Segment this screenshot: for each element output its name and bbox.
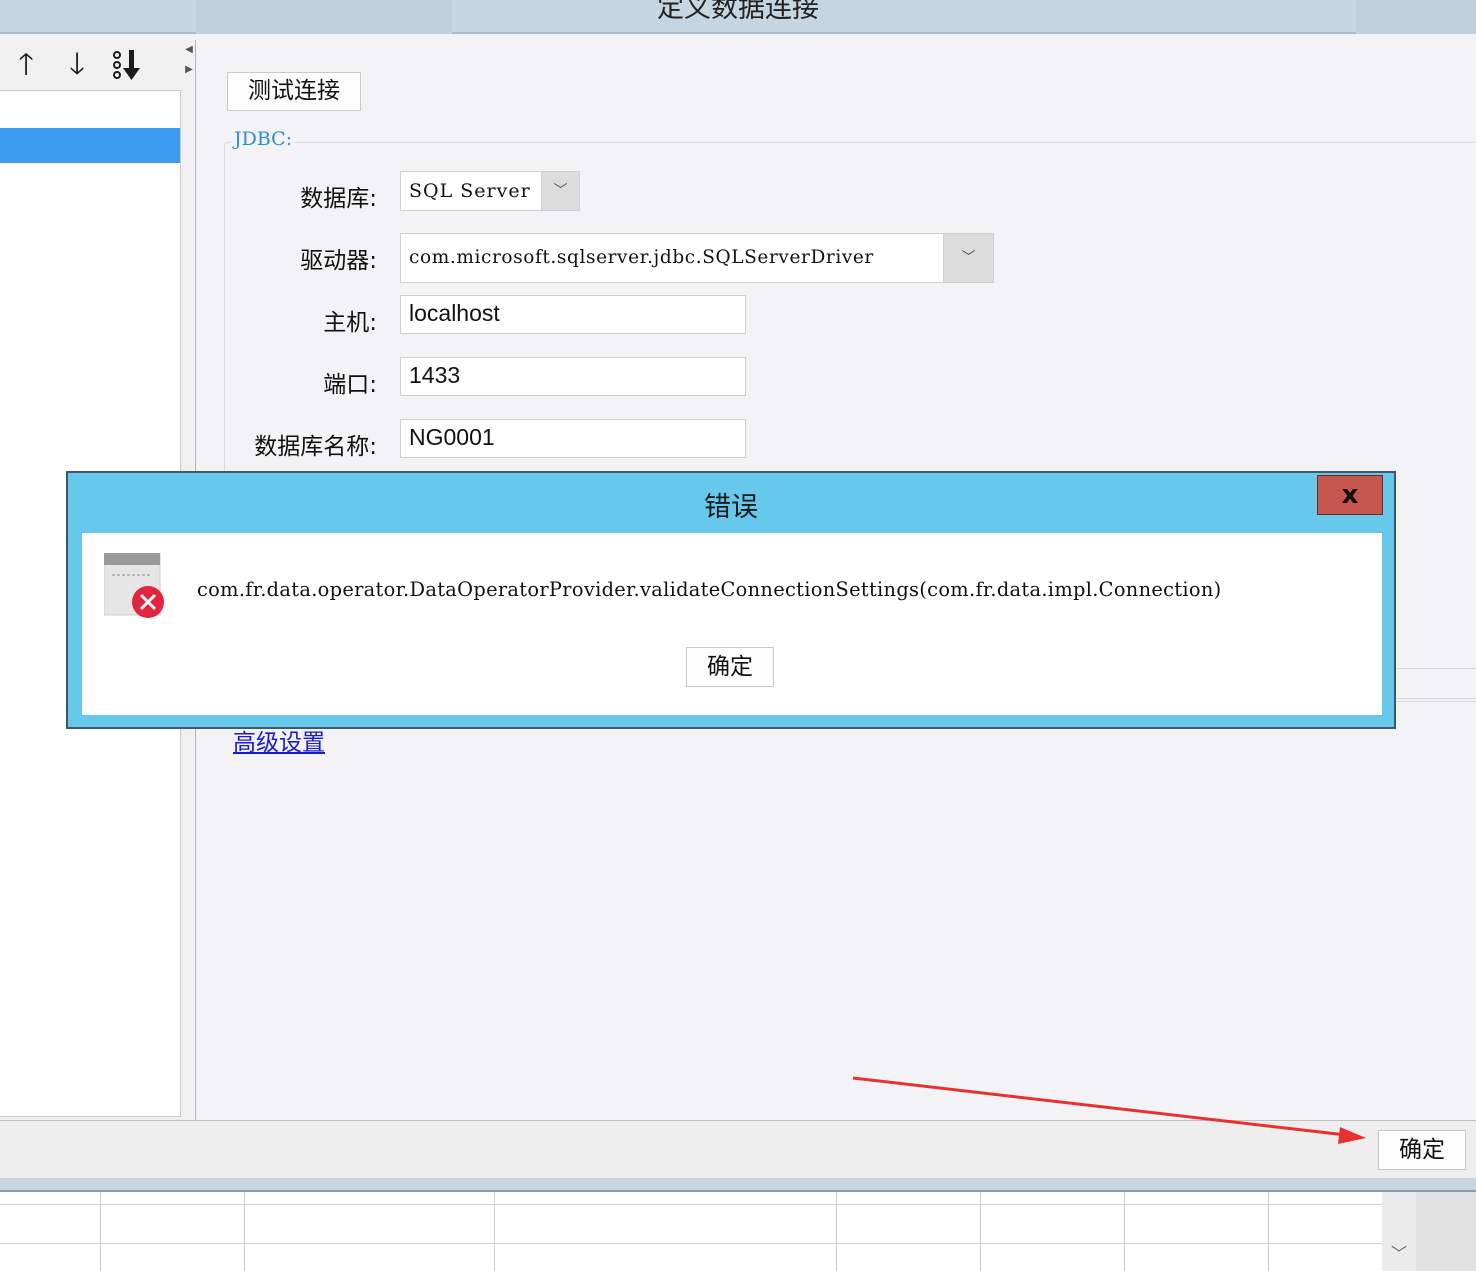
driver-label: 驱动器: (300, 248, 377, 274)
error-dialog-body: com.fr.data.operator.DataOperatorProvide… (82, 533, 1382, 715)
host-label: 主机: (323, 310, 377, 336)
driver-combo[interactable]: com.microsoft.sqlserver.jdbc.SQLServerDr… (400, 233, 994, 283)
list-item-selected[interactable] (0, 128, 180, 163)
chevron-down-icon[interactable]: ﹀ (541, 172, 579, 210)
vertical-scrollbar[interactable] (1416, 1192, 1476, 1271)
chevron-down-icon[interactable]: ﹀ (943, 234, 993, 282)
grid-line (1268, 1192, 1269, 1271)
database-value: SQL Server (409, 180, 531, 202)
grid-line (0, 1243, 1382, 1244)
sort-icon[interactable] (110, 46, 144, 84)
scroll-down-icon[interactable]: ﹀ (1384, 1240, 1414, 1268)
database-combo[interactable]: SQL Server ﹀ (400, 171, 580, 211)
dialog-footer: 确定 (0, 1120, 1476, 1178)
grid-line (100, 1192, 101, 1271)
background-spreadsheet-grid (0, 1192, 1382, 1271)
jdbc-group-legend: JDBC: (231, 128, 296, 150)
window-title-bar[interactable]: 定义数据连接 (0, 0, 1476, 34)
test-connection-button[interactable]: 测试连接 (227, 72, 361, 111)
window-bottom-edge (0, 1178, 1476, 1192)
host-field[interactable]: localhost (400, 295, 746, 334)
define-data-connection-window: 定义数据连接 🡑 🡓 ◀ ▶ 测试连接 JDBC: 数据库: SQL Serve… (0, 0, 1476, 1271)
grid-line (0, 1204, 1382, 1205)
database-label: 数据库: (300, 186, 377, 212)
collapse-arrows-icon[interactable]: ◀ ▶ (183, 40, 195, 90)
error-ok-button[interactable]: 确定 (686, 647, 774, 687)
list-toolbar: 🡑 🡓 (0, 40, 190, 90)
close-button[interactable]: x (1317, 475, 1383, 515)
error-message: com.fr.data.operator.DataOperatorProvide… (197, 578, 1222, 601)
grid-line (980, 1192, 981, 1271)
grid-line (1124, 1192, 1125, 1271)
grid-line (836, 1192, 837, 1271)
port-label: 端口: (323, 372, 377, 398)
error-dialog-title: 错误 (704, 492, 758, 523)
grid-line (494, 1192, 495, 1271)
error-dialog: 错误 x com.fr.data.operator.DataOperatorPr… (66, 471, 1396, 729)
arrow-up-icon[interactable]: 🡑 (9, 46, 43, 84)
error-icon (104, 553, 164, 618)
sort-icon-glyph (113, 50, 140, 80)
database-name-field[interactable]: NG0001 (400, 419, 746, 458)
divider (1382, 668, 1476, 669)
port-field[interactable]: 1433 (400, 357, 746, 396)
ok-button[interactable]: 确定 (1378, 1130, 1466, 1170)
database-name-label: 数据库名称: (254, 434, 377, 460)
window-title: 定义数据连接 (657, 0, 819, 24)
driver-value: com.microsoft.sqlserver.jdbc.SQLServerDr… (409, 247, 874, 268)
arrow-down-icon[interactable]: 🡓 (60, 46, 94, 84)
divider (1382, 698, 1476, 699)
grid-line (244, 1192, 245, 1271)
